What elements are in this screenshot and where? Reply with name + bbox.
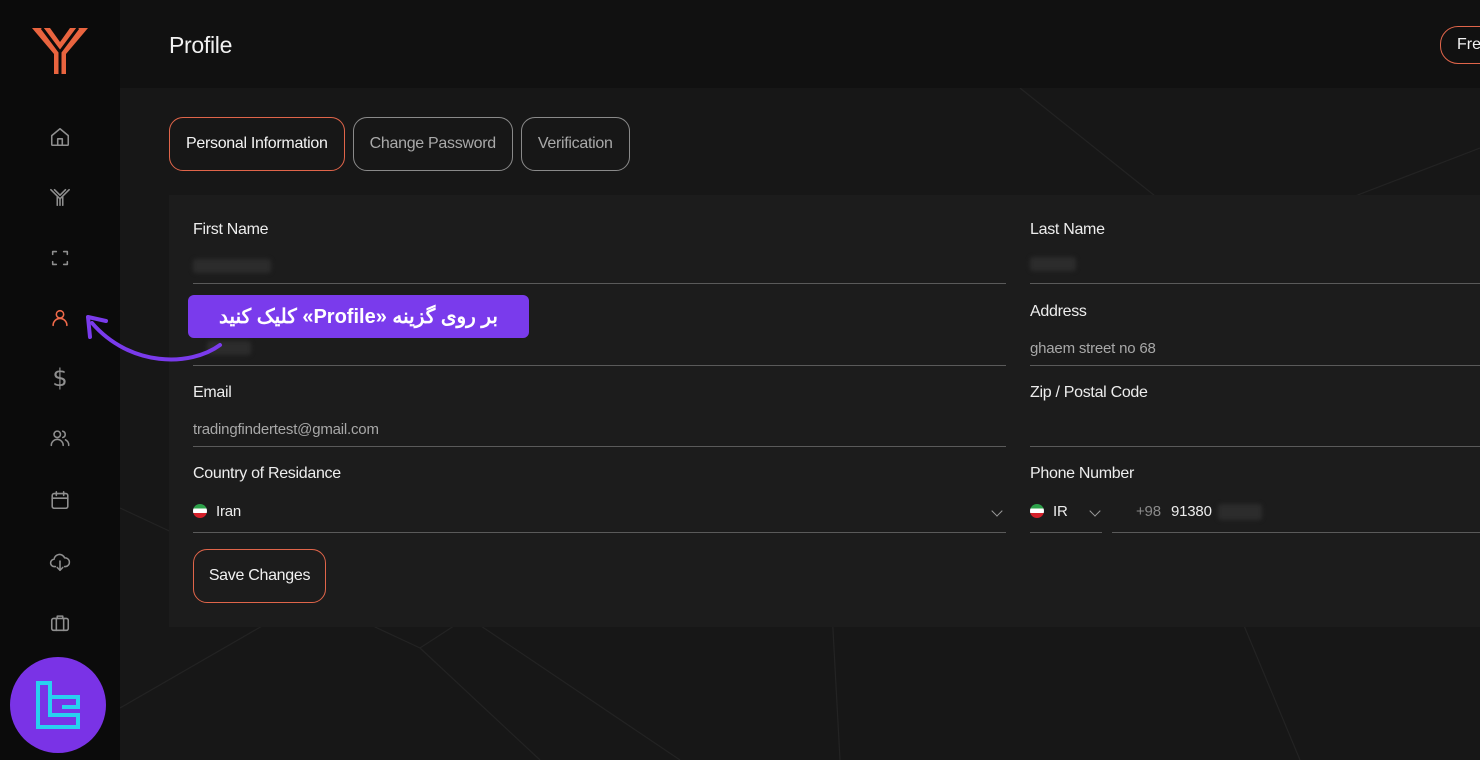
- nav-home[interactable]: [44, 121, 76, 153]
- address-value: ghaem street no 68: [1030, 340, 1156, 357]
- sidebar: $: [0, 0, 120, 760]
- first-name-value-redacted: [193, 259, 271, 273]
- dollar-icon: $: [52, 364, 68, 392]
- top-right-button[interactable]: Fre: [1440, 26, 1480, 64]
- main-content: Personal Information Change Password Ver…: [120, 88, 1480, 760]
- cloud-download-icon: [49, 553, 71, 572]
- bracket-icon: [51, 250, 69, 266]
- annotation-callout: بر روی گزینه «Profile» کلیک کنید: [188, 295, 529, 338]
- nav-download[interactable]: [44, 546, 76, 578]
- zip-underline: [1030, 446, 1480, 447]
- phone-dial-code: +98: [1136, 503, 1161, 520]
- nav-portfolio[interactable]: [44, 607, 76, 639]
- iran-flag-icon: [193, 504, 207, 518]
- phone-country-select[interactable]: IR: [1030, 503, 1068, 520]
- address-field[interactable]: Address ghaem street no 68: [1030, 303, 1480, 367]
- tab-change-password[interactable]: Change Password: [352, 117, 513, 171]
- last-name-value-redacted: [1030, 257, 1076, 271]
- country-underline: [193, 532, 1006, 533]
- briefcase-icon: [50, 615, 70, 632]
- phone-country-underline: [1030, 532, 1102, 533]
- save-changes-button[interactable]: Save Changes: [193, 549, 326, 603]
- tab-verification[interactable]: Verification: [520, 117, 630, 171]
- country-name: Iran: [216, 503, 242, 520]
- nav-profile[interactable]: [44, 302, 76, 334]
- hidden-field-underline: [193, 365, 1006, 366]
- phone-number-redacted: [1218, 504, 1262, 520]
- nav-calendar[interactable]: [44, 484, 76, 516]
- email-value: tradingfindertest@gmail.com: [193, 421, 379, 438]
- home-icon: [50, 127, 70, 147]
- address-underline: [1030, 365, 1480, 366]
- chevron-down-icon: [1089, 505, 1101, 517]
- last-name-field[interactable]: Last Name: [1030, 221, 1480, 285]
- nav-bracket[interactable]: [44, 242, 76, 274]
- nav-finance[interactable]: $: [44, 362, 76, 394]
- calendar-icon: [51, 490, 69, 510]
- profile-tabs: Personal Information Change Password Ver…: [169, 117, 630, 171]
- tradingfinder-logo-icon: [10, 657, 106, 753]
- phone-field: Phone Number IR +98 91380: [1030, 465, 1480, 533]
- first-name-field[interactable]: First Name: [193, 221, 1006, 285]
- iran-flag-icon: [1030, 504, 1044, 518]
- users-icon: [50, 430, 70, 447]
- country-label: Country of Residance: [193, 465, 341, 482]
- phone-country-code: IR: [1053, 503, 1068, 520]
- phone-label: Phone Number: [1030, 465, 1135, 482]
- top-header: Profile Fre: [120, 0, 1480, 88]
- last-name-label: Last Name: [1030, 221, 1105, 238]
- brand-icon: [50, 188, 70, 207]
- zip-label: Zip / Postal Code: [1030, 384, 1148, 401]
- page-title: Profile: [169, 32, 233, 58]
- email-label: Email: [193, 384, 232, 401]
- user-icon: [52, 309, 68, 327]
- nav-brand[interactable]: [44, 181, 76, 213]
- phone-number-input[interactable]: 91380: [1171, 503, 1212, 520]
- address-label: Address: [1030, 303, 1087, 320]
- first-name-label: First Name: [193, 221, 269, 238]
- brand-logo-icon[interactable]: [30, 24, 90, 76]
- last-name-underline: [1030, 283, 1480, 284]
- tab-personal-information[interactable]: Personal Information: [169, 117, 345, 171]
- country-select[interactable]: Country of Residance Iran: [193, 465, 1006, 533]
- email-field[interactable]: Email tradingfindertest@gmail.com: [193, 384, 1006, 448]
- personal-info-form: First Name Last Name Address ghaem stree…: [169, 195, 1480, 627]
- chevron-down-icon: [991, 505, 1003, 517]
- zip-field[interactable]: Zip / Postal Code: [1030, 384, 1480, 448]
- email-underline: [193, 446, 1006, 447]
- phone-number-underline: [1112, 532, 1480, 533]
- nav-users[interactable]: [44, 422, 76, 454]
- country-value: Iran: [193, 503, 241, 520]
- first-name-underline: [193, 283, 1006, 284]
